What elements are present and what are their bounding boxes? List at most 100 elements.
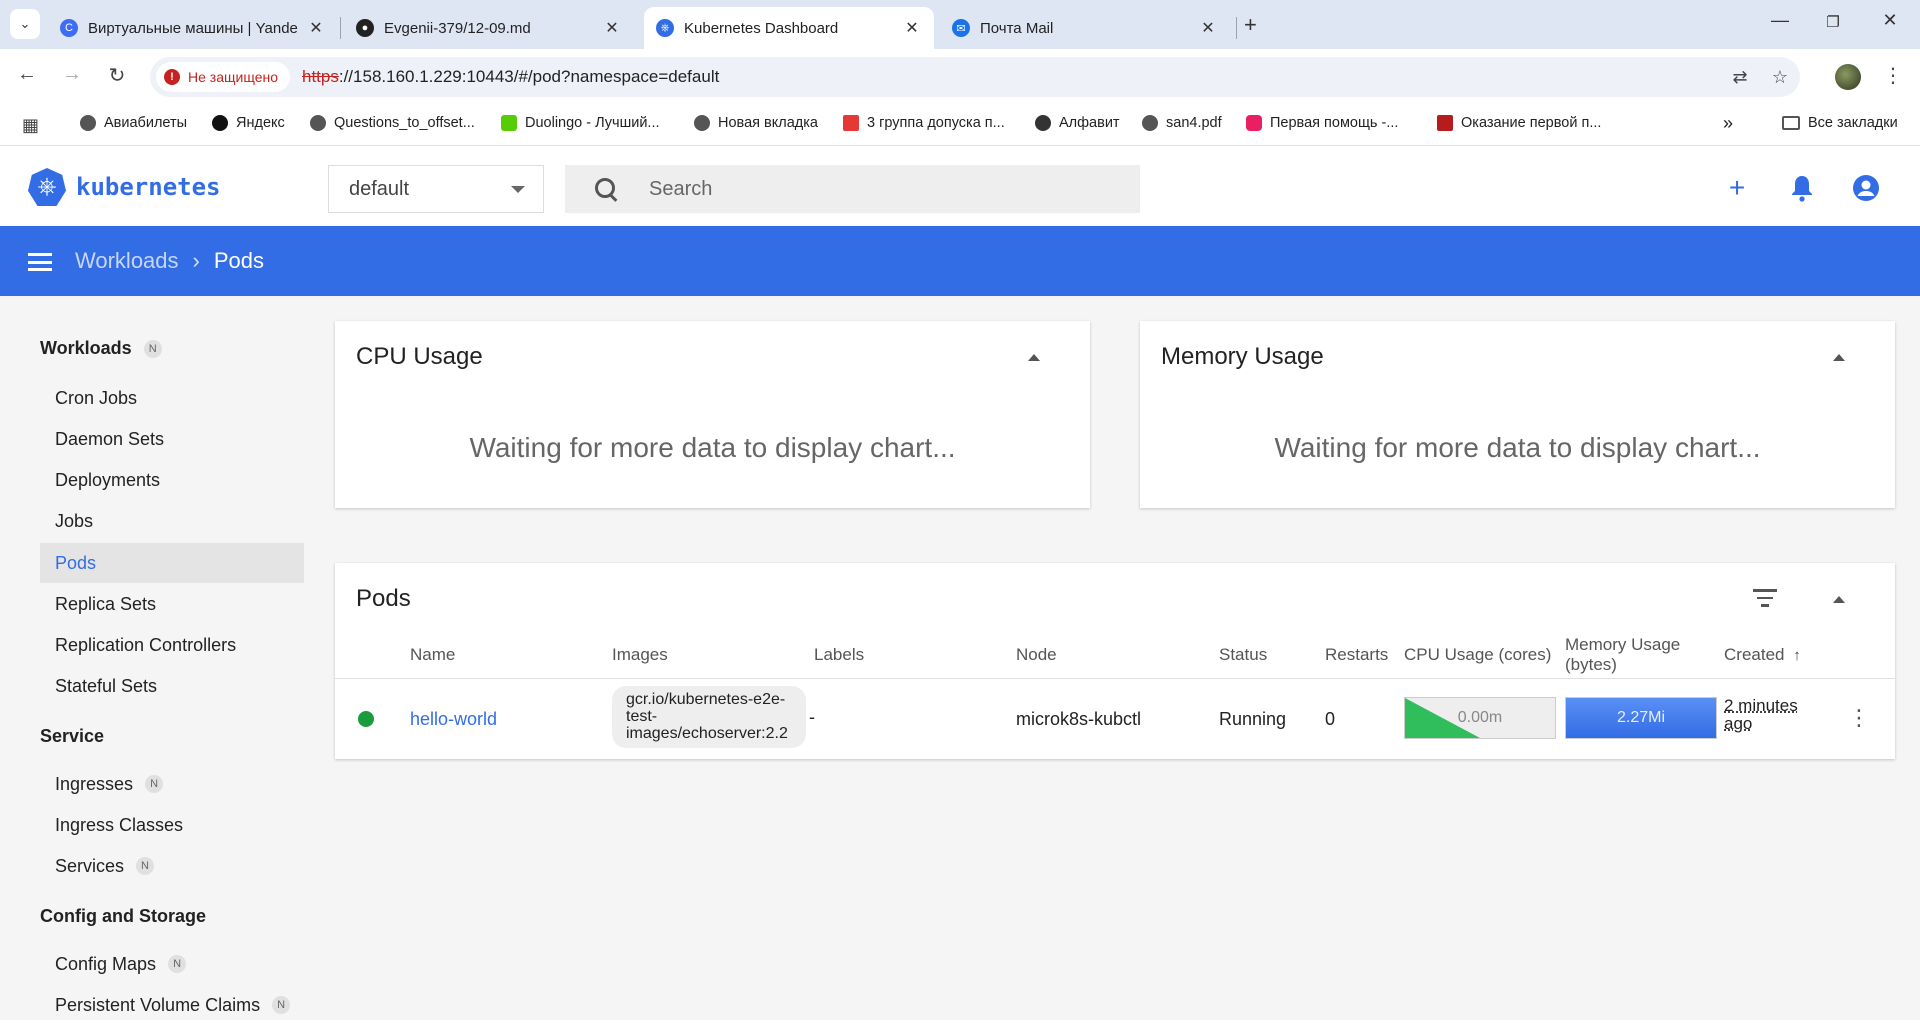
sidebar-item-cron-jobs[interactable]: Cron Jobs: [40, 378, 304, 418]
sidebar-item-ingress-classes[interactable]: Ingress Classes: [40, 805, 304, 845]
nav-group-config-storage[interactable]: Config and Storage: [40, 906, 206, 927]
notifications-bell-icon[interactable]: [1786, 172, 1818, 204]
sidebar-item-replication-controllers[interactable]: Replication Controllers: [40, 625, 304, 665]
bookmark-item[interactable]: Оказание первой п...: [1437, 115, 1601, 131]
row-actions-kebab-icon[interactable]: ⋮: [1848, 705, 1870, 731]
pod-name-link[interactable]: hello-world: [410, 709, 497, 730]
collapse-arrow-icon[interactable]: [1028, 354, 1040, 361]
cpu-sparkline: 0.00m: [1404, 697, 1556, 739]
close-icon[interactable]: ✕: [306, 18, 326, 38]
warning-icon: !: [164, 69, 180, 85]
url-text[interactable]: https://158.160.1.229:10443/#/pod?namesp…: [302, 67, 719, 87]
sort-arrow-up-icon[interactable]: ↑: [1793, 647, 1801, 664]
sidebar-item-services[interactable]: Services N: [40, 846, 304, 886]
bookmark-item[interactable]: Новая вкладка: [694, 115, 818, 131]
sidebar-item-deployments[interactable]: Deployments: [40, 460, 304, 500]
restore-icon[interactable]: ❐: [1818, 13, 1848, 31]
browser-menu-icon[interactable]: ⋮: [1883, 63, 1903, 88]
address-bar[interactable]: ! Не защищено https://158.160.1.229:1044…: [150, 57, 1800, 97]
namespaced-badge: N: [136, 857, 154, 875]
header-line: (bytes): [1565, 655, 1680, 675]
breadcrumb-workloads-link[interactable]: Workloads: [75, 248, 179, 274]
globe-icon: [80, 115, 96, 131]
browser-tab-kubernetes-dashboard[interactable]: ⎈ Kubernetes Dashboard ✕: [644, 7, 934, 49]
translate-icon[interactable]: ⇄: [1720, 67, 1760, 88]
more-bookmarks-chevron-icon[interactable]: »: [1723, 113, 1733, 134]
pdf-icon: [1437, 115, 1453, 131]
tab-title: Почта Mail: [980, 20, 1190, 37]
bookmark-item[interactable]: Авиабилеты: [80, 115, 187, 131]
header-line: Memory Usage: [1565, 635, 1680, 655]
bookmark-item[interactable]: Яндекс: [212, 115, 285, 131]
document-icon: [843, 115, 859, 131]
sidebar-item-ingresses[interactable]: Ingresses N: [40, 764, 304, 804]
account-circle-icon[interactable]: [1850, 172, 1882, 204]
logo-text: kubernetes: [76, 173, 221, 201]
nav-group-workloads[interactable]: Workloads N: [40, 338, 162, 359]
sidebar-item-stateful-sets[interactable]: Stateful Sets: [40, 666, 304, 706]
tab-title: Виртуальные машины | Yandex: [88, 20, 298, 37]
sidebar-item-label: Deployments: [55, 470, 160, 491]
chevron-right-icon: ›: [193, 248, 200, 274]
memory-sparkline: 2.27Mi: [1565, 697, 1717, 739]
bookmark-item[interactable]: san4.pdf: [1142, 115, 1222, 131]
browser-tab-yandex[interactable]: C Виртуальные машины | Yandex ✕: [48, 7, 338, 49]
namespace-selector[interactable]: default: [328, 165, 544, 213]
tab-title: Kubernetes Dashboard: [684, 20, 894, 37]
minimize-icon[interactable]: —: [1765, 10, 1795, 31]
bookmark-item[interactable]: Алфавит: [1035, 115, 1120, 131]
column-header-restarts[interactable]: Restarts: [1325, 645, 1388, 665]
close-icon[interactable]: ✕: [1198, 18, 1218, 38]
window-close-icon[interactable]: ✕: [1875, 10, 1905, 31]
forward-arrow-icon[interactable]: →: [58, 63, 86, 86]
sidebar-item-daemon-sets[interactable]: Daemon Sets: [40, 419, 304, 459]
kubernetes-logo[interactable]: ⎈ kubernetes: [28, 168, 221, 206]
bookmark-item[interactable]: 3 группа допуска п...: [843, 115, 1005, 131]
nav-group-service[interactable]: Service: [40, 726, 104, 747]
column-header-node[interactable]: Node: [1016, 645, 1057, 665]
sidebar-item-pods[interactable]: Pods: [40, 543, 304, 583]
sidebar-item-persistent-volume-claims[interactable]: Persistent Volume Claims N: [40, 985, 304, 1025]
chart-waiting-message: Waiting for more data to display chart..…: [335, 432, 1090, 464]
column-header-memory-usage[interactable]: Memory Usage (bytes): [1565, 635, 1680, 674]
browser-tab-github[interactable]: ● Evgenii-379/12-09.md ✕: [344, 7, 634, 49]
first-aid-icon: [1246, 115, 1262, 131]
sidebar-item-config-maps[interactable]: Config Maps N: [40, 944, 304, 984]
column-header-labels: Labels: [814, 645, 864, 665]
filter-icon[interactable]: [1753, 589, 1777, 607]
close-icon[interactable]: ✕: [602, 18, 622, 38]
bookmark-item[interactable]: Первая помощь -...: [1246, 115, 1398, 131]
created-line: 2 minutes: [1724, 697, 1798, 715]
security-chip[interactable]: ! Не защищено: [156, 62, 290, 92]
sidebar-item-jobs[interactable]: Jobs: [40, 501, 304, 541]
sidebar-item-label: Ingress Classes: [55, 815, 183, 836]
menu-hamburger-icon[interactable]: [28, 253, 52, 271]
back-arrow-icon[interactable]: ←: [13, 63, 41, 86]
bookmark-item[interactable]: Duolingo - Лучший...: [501, 115, 660, 131]
folder-icon: [1782, 116, 1800, 130]
card-title: Pods: [356, 585, 411, 613]
bookmark-item[interactable]: Questions_to_offset...: [310, 115, 475, 131]
column-header-name[interactable]: Name: [410, 645, 455, 665]
profile-avatar[interactable]: [1835, 64, 1861, 90]
all-bookmarks-folder[interactable]: Все закладки: [1782, 115, 1898, 131]
create-plus-icon[interactable]: +: [1721, 172, 1753, 204]
duolingo-icon: [501, 115, 517, 131]
browser-toolbar: ← → ↻ ! Не защищено https://158.160.1.22…: [0, 49, 1920, 106]
close-icon[interactable]: ✕: [902, 18, 922, 38]
collapse-arrow-icon[interactable]: [1833, 354, 1845, 361]
cpu-value: 0.00m: [1405, 698, 1555, 738]
search-input[interactable]: Search: [565, 165, 1140, 213]
column-header-created[interactable]: Created ↑: [1724, 645, 1801, 665]
yandex-icon: [212, 115, 228, 131]
sidebar-item-replica-sets[interactable]: Replica Sets: [40, 584, 304, 624]
column-header-cpu-usage[interactable]: CPU Usage (cores): [1404, 645, 1551, 665]
bookmark-star-icon[interactable]: ☆: [1760, 67, 1800, 88]
reload-icon[interactable]: ↻: [103, 63, 131, 88]
tab-search-chevron-icon[interactable]: ⌄: [10, 9, 40, 39]
apps-grid-icon[interactable]: ▦: [22, 115, 39, 136]
collapse-arrow-icon[interactable]: [1833, 596, 1845, 603]
new-tab-plus-icon[interactable]: +: [1244, 12, 1257, 38]
column-header-status[interactable]: Status: [1219, 645, 1267, 665]
browser-tab-mail[interactable]: ✉ Почта Mail ✕: [940, 7, 1230, 49]
